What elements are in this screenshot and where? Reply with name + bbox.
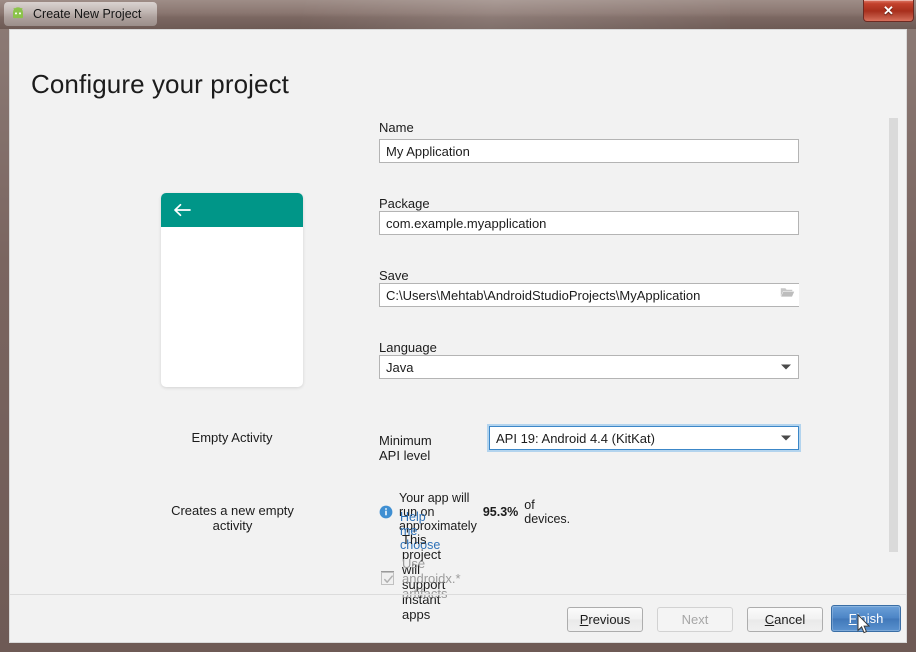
chevron-down-icon [781, 436, 791, 441]
device-coverage-percent: 95.3% [483, 505, 518, 519]
language-select[interactable]: Java [379, 355, 799, 379]
android-robot-icon [10, 6, 26, 22]
close-icon[interactable]: ✕ [863, 0, 914, 22]
language-label: Language [379, 340, 437, 355]
previous-button[interactable]: Previous [567, 607, 643, 632]
device-coverage-text-after: of devices. [524, 498, 570, 526]
dialog-footer: Previous Next Cancel Finish [10, 595, 906, 642]
finish-mnemonic: F [849, 611, 857, 626]
scrollbar-thumb[interactable] [889, 118, 898, 552]
page-title: Configure your project [31, 69, 289, 100]
cancel-mnemonic: C [765, 612, 774, 627]
check-icon [383, 573, 394, 584]
min-api-select[interactable]: API 19: Android 4.4 (KitKat) [489, 426, 799, 450]
browse-folder-button[interactable] [776, 284, 799, 306]
finish-label-rest: inish [857, 611, 884, 626]
info-icon [379, 505, 393, 519]
name-label: Name [379, 120, 414, 135]
back-arrow-icon [173, 203, 191, 217]
finish-button[interactable]: Finish [831, 605, 901, 632]
titlebar-chip: Create New Project [4, 2, 157, 26]
preview-appbar [161, 193, 303, 227]
language-value: Java [386, 360, 413, 375]
save-location-input[interactable] [379, 283, 799, 307]
template-name: Empty Activity [161, 430, 303, 445]
package-name-input[interactable] [379, 211, 799, 235]
template-description: Creates a new empty activity [150, 503, 315, 533]
name-input[interactable] [379, 139, 799, 163]
vertical-scrollbar[interactable] [887, 30, 900, 594]
dialog-window: Create New Project ✕ Configure your proj… [0, 0, 916, 652]
dialog-content: Configure your project Empty Activity Cr… [9, 29, 907, 643]
previous-label-rest: revious [588, 612, 630, 627]
folder-icon [780, 286, 795, 304]
min-api-label: Minimum API level [379, 433, 432, 463]
min-api-value: API 19: Android 4.4 (KitKat) [496, 431, 655, 446]
titlebar[interactable]: Create New Project ✕ [0, 0, 916, 29]
next-button: Next [657, 607, 733, 632]
cancel-label-rest: ancel [774, 612, 805, 627]
chevron-down-icon [781, 365, 791, 370]
next-label: Next [682, 612, 709, 627]
window-title: Create New Project [33, 7, 141, 21]
androidx-checkbox [381, 572, 394, 585]
template-preview-card [161, 193, 303, 387]
cancel-button[interactable]: Cancel [747, 607, 823, 632]
